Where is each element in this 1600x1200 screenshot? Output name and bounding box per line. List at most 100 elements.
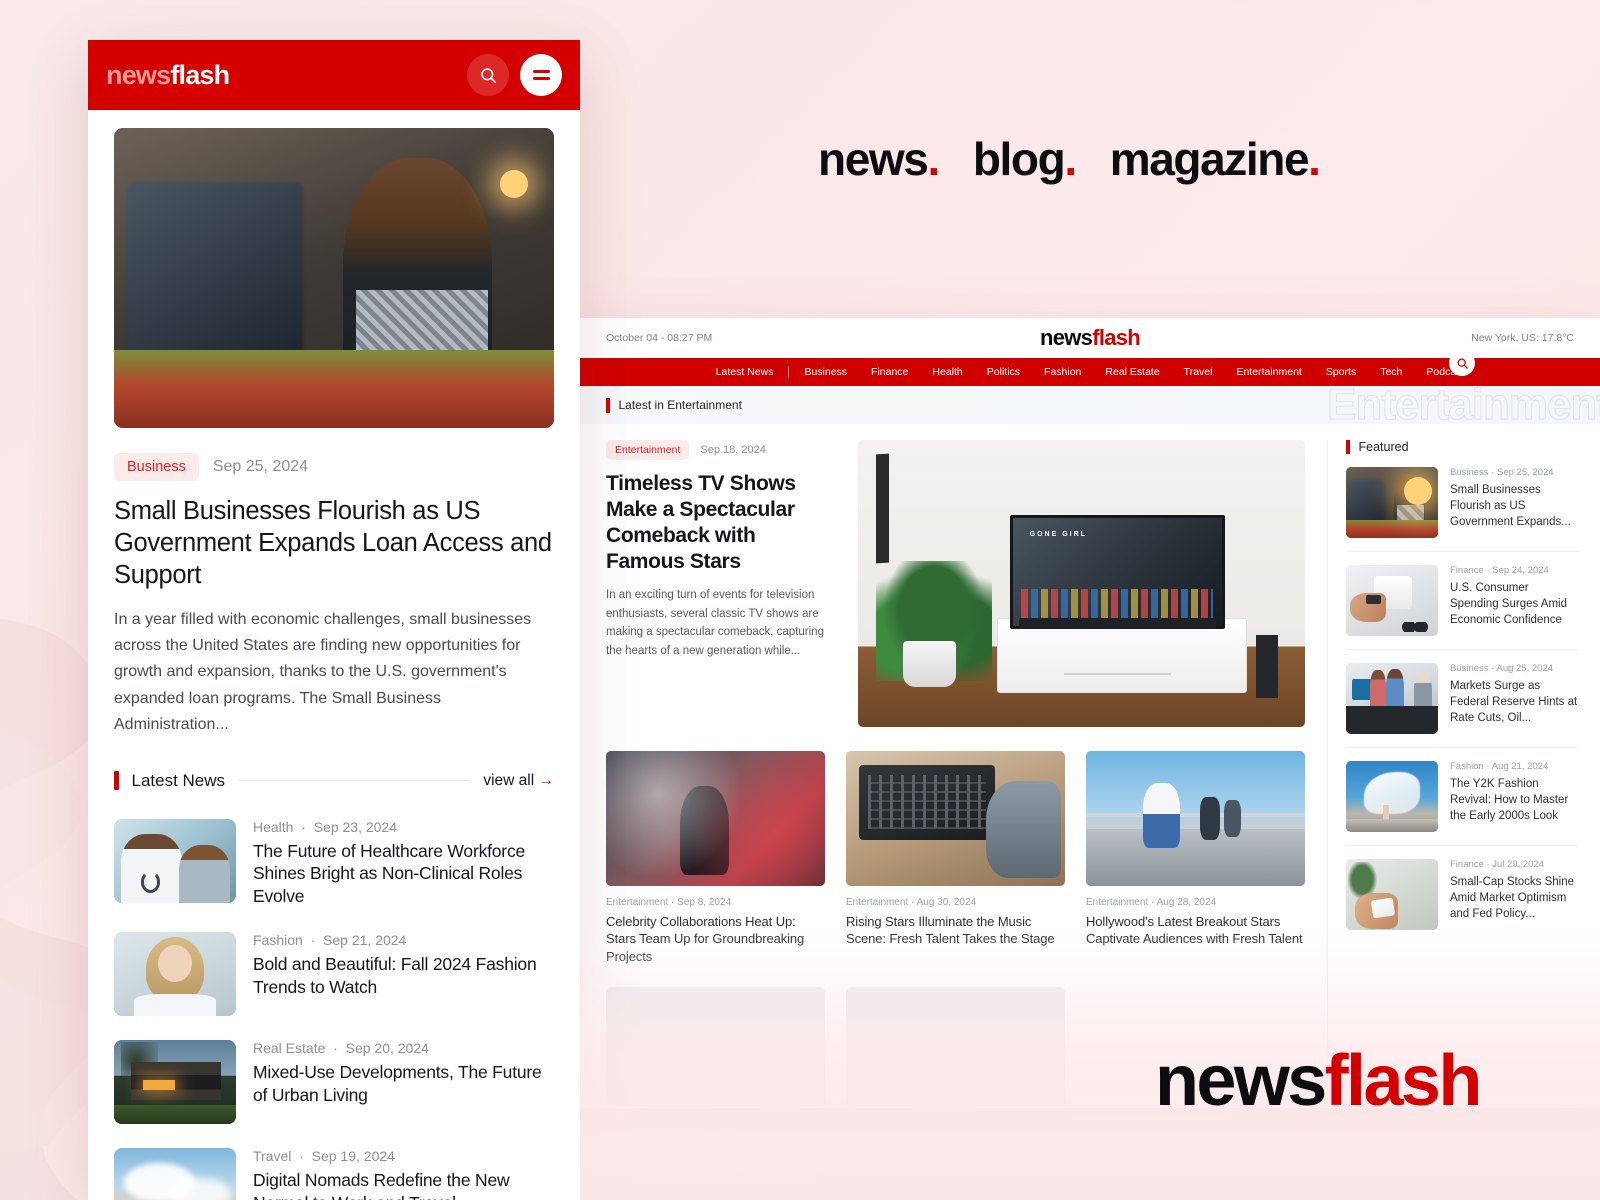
featured-item[interactable]: Finance · Sep 24, 2024 U.S. Consumer Spe…: [1346, 552, 1579, 650]
featured-item-text: Finance · Jul 29, 2024 Small-Cap Stocks …: [1450, 859, 1579, 930]
mobile-content: Business Sep 25, 2024 Small Businesses F…: [88, 110, 580, 1200]
featured-item-category: Business: [1450, 663, 1489, 674]
article-card-date: Aug 28, 2024: [1156, 897, 1217, 908]
nav-item-fashion[interactable]: Fashion: [1032, 366, 1093, 378]
article-card-image: [606, 751, 825, 886]
article-card-title[interactable]: Hollywood's Latest Breakout Stars Captiv…: [1086, 913, 1305, 948]
nav-item-tech[interactable]: Tech: [1368, 366, 1414, 378]
desktop-feature-category-chip[interactable]: Entertainment: [606, 440, 690, 460]
bottom-brand-logo: newsflash: [1155, 1045, 1482, 1117]
article-card[interactable]: Entertainment · Aug 30, 2024 Rising Star…: [846, 751, 1065, 965]
list-item[interactable]: Health · Sep 23, 2024 The Future of Heal…: [114, 807, 554, 920]
featured-item[interactable]: Fashion · Aug 21, 2024 The Y2K Fashion R…: [1346, 748, 1579, 846]
list-item-date: Sep 20, 2024: [345, 1039, 429, 1056]
article-card-meta: Entertainment · Sep 8, 2024: [606, 897, 732, 908]
desktop-feature-excerpt: In an exciting turn of events for televi…: [606, 589, 824, 657]
desktop-featured-sidebar: Featured Business · Sep 25, 2024 Small B…: [1327, 440, 1579, 1108]
list-item-date: Sep 23, 2024: [313, 818, 397, 835]
headline-word-magazine: magazine.: [1109, 133, 1321, 185]
list-item-meta: Health · Sep 23, 2024: [253, 818, 397, 835]
featured-item-text: Business · Sep 25, 2024 Small Businesses…: [1450, 467, 1579, 538]
nav-item-entertainment[interactable]: Entertainment: [1224, 366, 1313, 378]
mobile-logo[interactable]: newsflash: [106, 60, 230, 91]
hamburger-icon-line: [532, 70, 550, 73]
list-item-title[interactable]: Bold and Beautiful: Fall 2024 Fashion Tr…: [253, 953, 554, 999]
list-item-thumbnail: [114, 1147, 236, 1200]
nav-item-health[interactable]: Health: [920, 366, 974, 378]
desktop-main: Entertainment Sep 18, 2024 Timeless TV S…: [580, 424, 1600, 1108]
article-card-image: [846, 751, 1065, 886]
list-item[interactable]: Travel · Sep 19, 2024 Digital Nomads Red…: [114, 1136, 554, 1200]
mobile-search-button[interactable]: [467, 54, 509, 96]
featured-item[interactable]: Finance · Jul 29, 2024 Small-Cap Stocks …: [1346, 846, 1579, 943]
featured-item-text: Business · Aug 25, 2024 Markets Surge as…: [1450, 663, 1579, 734]
desktop-search-button[interactable]: [1449, 350, 1475, 376]
featured-item-meta: Fashion · Aug 21, 2024: [1450, 761, 1549, 772]
list-item-category: Travel: [253, 1147, 292, 1164]
arrow-right-icon: →: [538, 771, 555, 789]
list-item-text: Health · Sep 23, 2024 The Future of Heal…: [253, 819, 554, 908]
list-item-text: Fashion · Sep 21, 2024 Bold and Beautifu…: [253, 932, 554, 999]
featured-item-title[interactable]: Small-Cap Stocks Shine Amid Market Optim…: [1450, 875, 1579, 922]
section-accent-bar: [1346, 440, 1350, 454]
desktop-feature-image[interactable]: GONE GIRL: [858, 440, 1305, 727]
article-card[interactable]: Entertainment · Aug 28, 2024 Hollywood's…: [1086, 751, 1305, 965]
search-icon: [1456, 357, 1468, 369]
featured-title: Featured: [1358, 440, 1409, 454]
mobile-hero-title[interactable]: Small Businesses Flourish as US Governme…: [114, 496, 554, 592]
article-card[interactable]: Entertainment · Sep 8, 2024 Celebrity Co…: [606, 751, 825, 965]
featured-item-title[interactable]: Markets Surge as Federal Reserve Hints a…: [1450, 679, 1579, 726]
list-item-meta: Real Estate · Sep 20, 2024: [253, 1039, 429, 1056]
article-card-placeholder[interactable]: [846, 987, 1065, 1108]
desktop-card-row: Entertainment · Sep 8, 2024 Celebrity Co…: [606, 751, 1305, 965]
photo-vegetables-shape: [114, 350, 554, 428]
list-item-title[interactable]: Mixed-Use Developments, The Future of Ur…: [253, 1061, 554, 1107]
desktop-feature-title[interactable]: Timeless TV Shows Make a Spectacular Com…: [606, 471, 836, 575]
featured-item-category: Fashion: [1450, 761, 1484, 772]
nav-item-sports[interactable]: Sports: [1314, 366, 1368, 378]
article-card-title[interactable]: Celebrity Collaborations Heat Up: Stars …: [606, 913, 825, 965]
nav-item-latest-news[interactable]: Latest News: [704, 366, 786, 378]
mobile-latest-news-title: Latest News: [131, 770, 226, 790]
photo-chef-market: [1346, 467, 1438, 538]
nav-item-finance[interactable]: Finance: [859, 366, 920, 378]
desktop-topbar: October 04 - 08:27 PM New York, US: 17.8…: [580, 318, 1600, 358]
mobile-menu-button[interactable]: [520, 54, 562, 96]
desktop-datetime: October 04 - 08:27 PM: [606, 332, 713, 344]
bottom-logo-news: news: [1155, 1041, 1327, 1121]
featured-item-title[interactable]: Small Businesses Flourish as US Governme…: [1450, 483, 1579, 530]
featured-item-thumbnail: [1346, 663, 1438, 734]
list-item[interactable]: Real Estate · Sep 20, 2024 Mixed-Use Dev…: [114, 1028, 554, 1136]
section-accent-bar: [114, 771, 119, 791]
list-item-thumbnail: [114, 1039, 236, 1124]
featured-item-title[interactable]: U.S. Consumer Spending Surges Amid Econo…: [1450, 581, 1579, 628]
mobile-mockup: newsflash Business Sep 25, 2024 Small Bu…: [88, 40, 580, 1200]
photo-modern-house: [114, 1039, 236, 1124]
featured-item-title[interactable]: The Y2K Fashion Revival: How to Master t…: [1450, 777, 1579, 824]
photo-audio-mixer: [846, 751, 1065, 886]
article-card-image: [1086, 751, 1305, 886]
desktop-section-header: Latest in Entertainment Entertainment: [580, 386, 1600, 424]
mobile-hero-date: Sep 25, 2024: [212, 458, 309, 475]
nav-item-travel[interactable]: Travel: [1172, 366, 1225, 378]
list-item-title[interactable]: The Future of Healthcare Workforce Shine…: [253, 840, 554, 908]
list-item[interactable]: Fashion · Sep 21, 2024 Bold and Beautifu…: [114, 920, 554, 1028]
headline-word-news: news.: [818, 133, 940, 185]
featured-item[interactable]: Business · Sep 25, 2024 Small Businesses…: [1346, 454, 1579, 552]
list-item-title[interactable]: Digital Nomads Redefine the New Normal t…: [253, 1169, 554, 1200]
featured-item-date: Sep 24, 2024: [1492, 565, 1549, 576]
list-item-meta: Fashion · Sep 21, 2024: [253, 931, 407, 948]
photo-y2k-fashion: [1346, 761, 1438, 832]
mobile-hero-image[interactable]: [114, 128, 554, 428]
featured-item[interactable]: Business · Aug 25, 2024 Markets Surge as…: [1346, 650, 1579, 748]
featured-item-thumbnail: [1346, 859, 1438, 930]
nav-item-politics[interactable]: Politics: [975, 366, 1032, 378]
mobile-view-all-link[interactable]: view all →: [483, 772, 554, 790]
featured-item-meta: Business · Sep 25, 2024: [1450, 467, 1554, 478]
desktop-logo[interactable]: newsflash: [1040, 325, 1141, 351]
nav-item-business[interactable]: Business: [792, 366, 859, 378]
mobile-hero-category-chip[interactable]: Business: [114, 453, 199, 481]
nav-item-real-estate[interactable]: Real Estate: [1093, 366, 1171, 378]
article-card-placeholder[interactable]: [606, 987, 825, 1108]
article-card-title[interactable]: Rising Stars Illuminate the Music Scene:…: [846, 913, 1065, 948]
